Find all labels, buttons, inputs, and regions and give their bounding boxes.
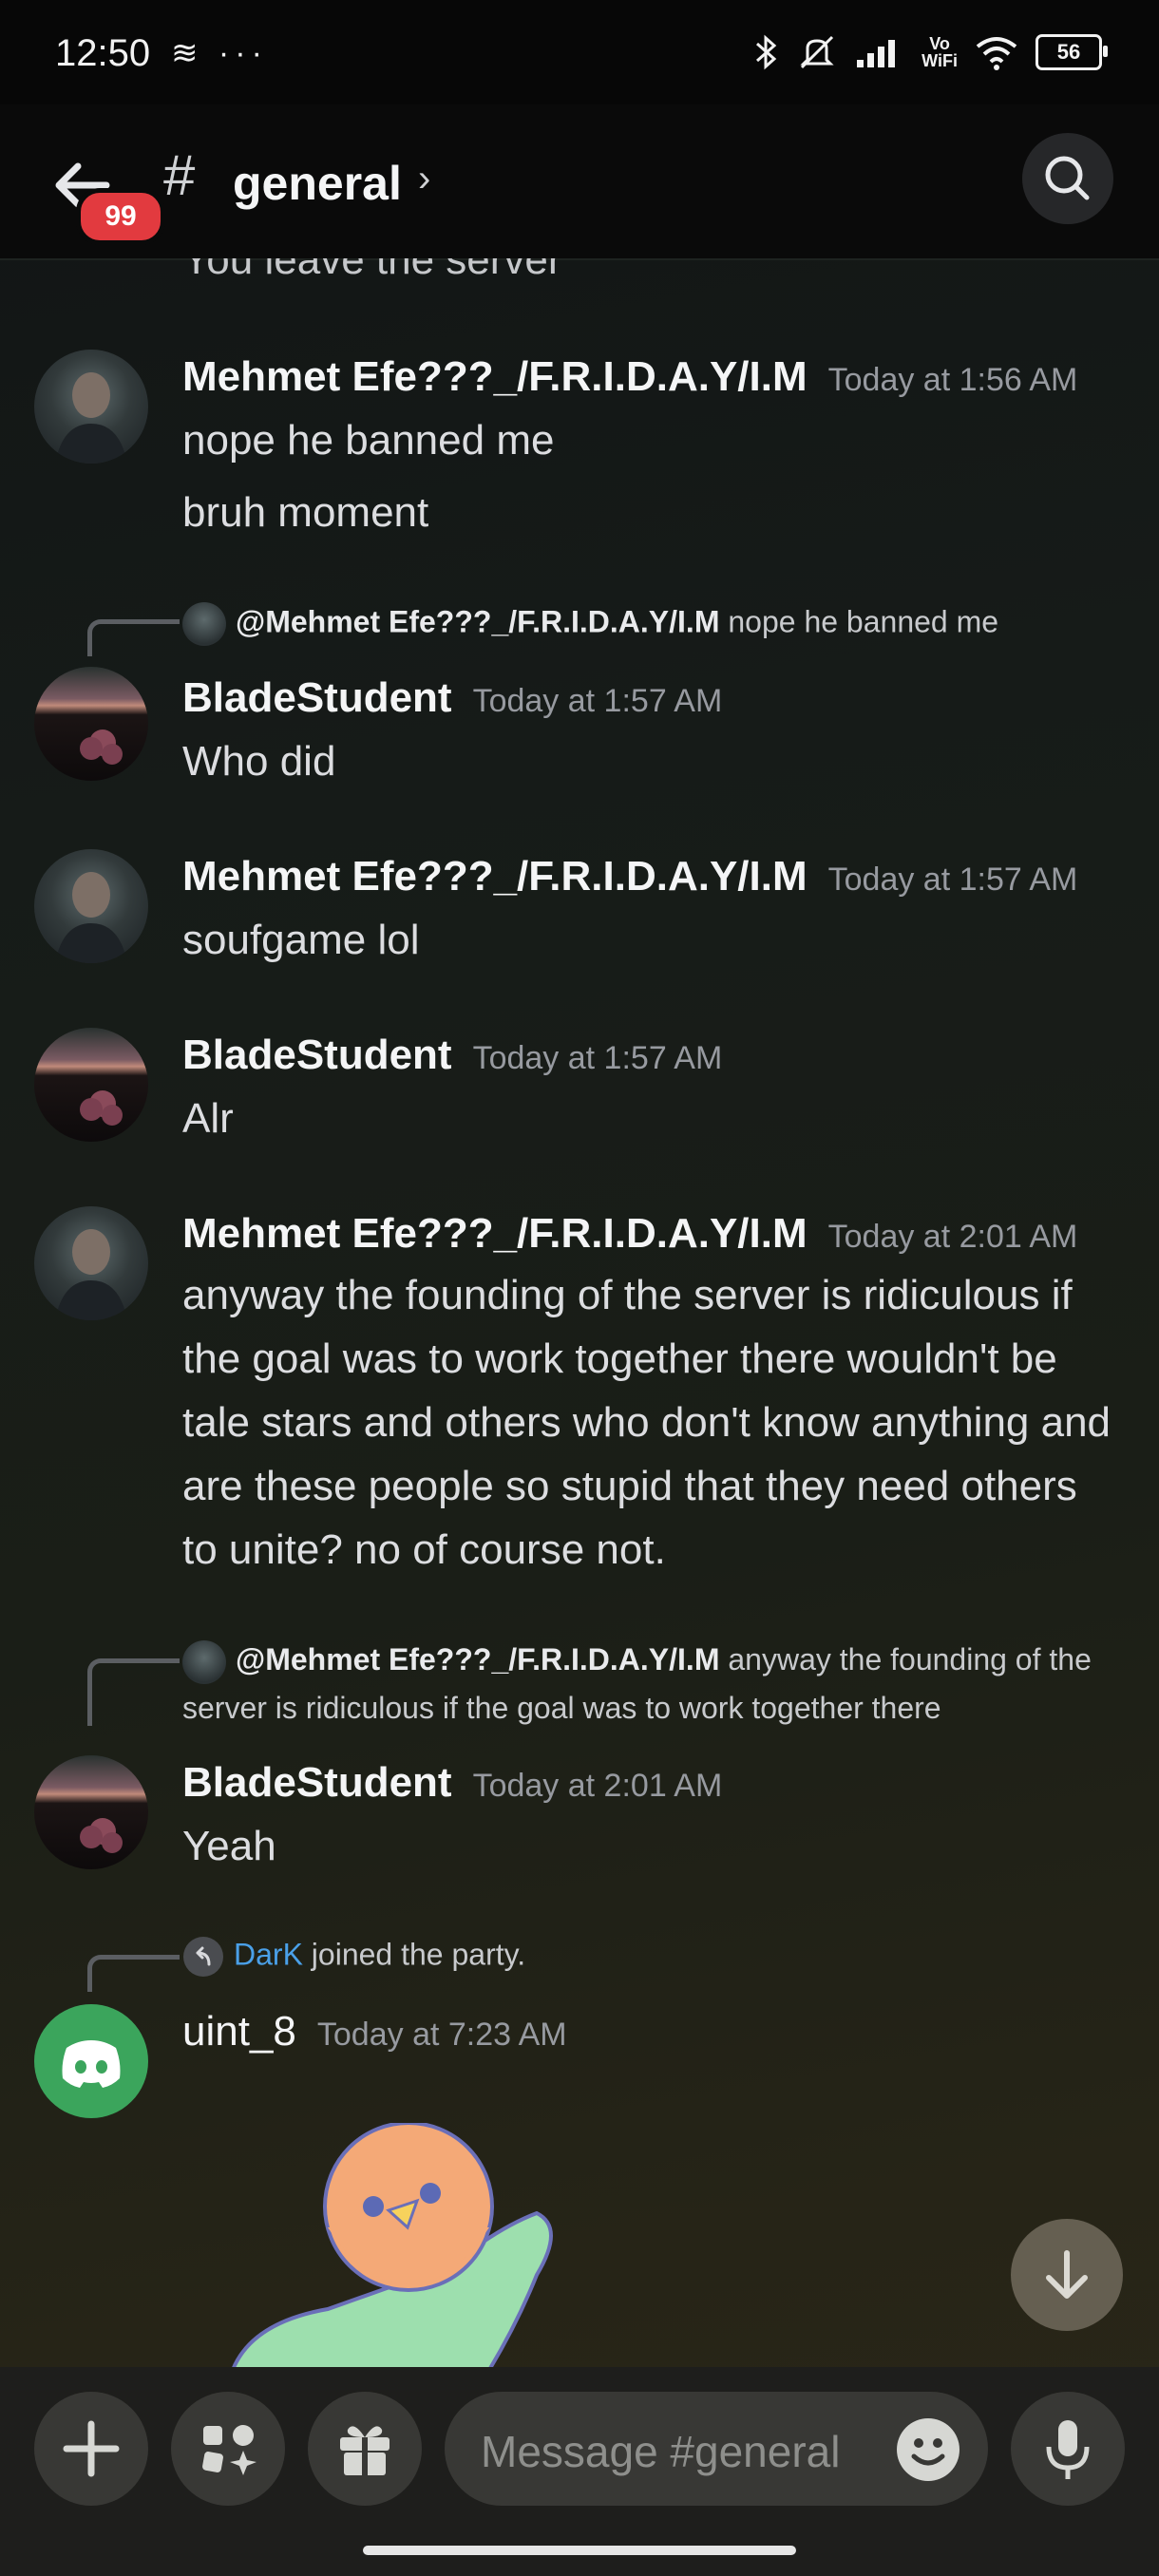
message-input-placeholder: Message #general (481, 2427, 841, 2476)
message-text: Yeah (182, 1823, 276, 1869)
chevron-right-icon[interactable]: › (418, 158, 430, 200)
avatar[interactable] (34, 667, 148, 781)
timestamp: Today at 1:56 AM (827, 362, 1078, 398)
message-text: soufgame lol (182, 917, 420, 963)
avatar-flower-icon (80, 1090, 123, 1126)
avatar[interactable] (34, 2004, 148, 2118)
author-name[interactable]: Mehmet Efe???_/F.R.I.D.A.Y/I.M Today at 1… (182, 853, 1077, 900)
notification-icons: ≋ ··· (171, 35, 268, 71)
emoji-button[interactable] (897, 2418, 960, 2481)
avatar-portrait-icon (55, 1229, 127, 1320)
author-name[interactable]: BladeStudent Today at 1:57 AM (182, 1032, 722, 1079)
timestamp: Today at 1:57 AM (472, 683, 723, 719)
composer-bar: Message #general (0, 2367, 1159, 2576)
message-text: Alr (182, 1095, 234, 1142)
author-name[interactable]: BladeStudent Today at 1:57 AM (182, 674, 722, 722)
reply-preview[interactable]: @Mehmet Efe???_/F.R.I.D.A.Y/I.M nope he … (182, 602, 998, 646)
hash-icon: # (163, 143, 196, 207)
timestamp: Today at 2:01 AM (472, 1768, 723, 1804)
system-user-name[interactable]: DarK (234, 1937, 303, 1971)
message-input[interactable]: Message #general (445, 2392, 988, 2506)
message-text: nope he banned me (182, 417, 555, 464)
search-button[interactable] (1022, 133, 1113, 224)
system-text: joined the party. (311, 1937, 526, 1972)
timestamp: Today at 1:57 AM (827, 862, 1078, 898)
reply-mention: @Mehmet Efe???_/F.R.I.D.A.Y/I.M (236, 604, 720, 639)
channel-title[interactable]: general (233, 156, 402, 211)
timestamp: Today at 1:57 AM (472, 1040, 723, 1076)
author-name[interactable]: Mehmet Efe???_/F.R.I.D.A.Y/I.M Today at 1… (182, 353, 1077, 401)
mini-avatar (182, 602, 226, 646)
message-text: anyway the founding of the server is rid… (182, 1272, 1112, 1573)
avatar-flower-icon (80, 729, 123, 765)
reply-preview[interactable]: @Mehmet Efe???_/F.R.I.D.A.Y/I.M anyway t… (182, 1636, 1113, 1732)
search-icon (1045, 156, 1090, 200)
scroll-to-bottom-button[interactable] (1011, 2219, 1123, 2331)
author-name[interactable]: Mehmet Efe???_/F.R.I.D.A.Y/I.M Today at 2… (182, 1210, 1077, 1258)
timestamp: Today at 2:01 AM (827, 1219, 1078, 1255)
mini-avatar (182, 1639, 226, 1684)
avatar[interactable] (34, 1206, 148, 1320)
mute-vibrate-icon (800, 35, 834, 69)
avatar[interactable] (34, 1755, 148, 1869)
avatar-portrait-icon (55, 872, 127, 963)
bluetooth-icon (756, 34, 777, 70)
home-indicator[interactable] (363, 2546, 796, 2555)
author-name-text[interactable]: uint_8 (182, 2008, 296, 2055)
smiley-icon (911, 2438, 945, 2466)
avatar-flower-icon (80, 1818, 123, 1853)
parrot-sticker[interactable] (214, 2123, 584, 2370)
apps-icon (202, 2425, 256, 2475)
plus-icon (63, 2420, 120, 2477)
arrow-down-icon (1046, 2250, 1088, 2299)
reply-spine (87, 1955, 180, 1992)
timestamp: Today at 7:23 AM (316, 2017, 567, 2053)
reply-arrow-icon (183, 1937, 223, 1977)
author-name-text[interactable]: Mehmet Efe???_/F.R.I.D.A.Y/I.M (182, 1210, 808, 1257)
unread-badge: 99 (76, 188, 165, 245)
reply-snippet: nope he banned me (728, 604, 999, 639)
status-right-icons: Vo WiFi 56 (754, 28, 1108, 76)
gift-button[interactable] (308, 2392, 422, 2506)
channel-header: 99 # general › (0, 104, 1159, 260)
author-name-text[interactable]: Mehmet Efe???_/F.R.I.D.A.Y/I.M (182, 353, 808, 400)
avatar-portrait-icon (55, 372, 127, 464)
avatar[interactable] (34, 350, 148, 464)
cutoff-message-text: You leave the server (182, 258, 562, 283)
status-time: 12:50 (55, 32, 151, 74)
signal-icon (857, 40, 896, 67)
reply-spine (87, 619, 180, 656)
microphone-icon (1046, 2420, 1090, 2479)
reply-spine (87, 1658, 180, 1726)
author-name-text[interactable]: BladeStudent (182, 1759, 452, 1806)
author-name-text[interactable]: BladeStudent (182, 1032, 452, 1078)
status-bar: 12:50 ≋ ··· Vo WiFi 56 (0, 0, 1159, 104)
message-text: Who did (182, 738, 336, 785)
wifi-icon (976, 37, 1017, 70)
discord-logo-icon (62, 2040, 121, 2088)
gift-icon (340, 2426, 390, 2475)
reply-mention: @Mehmet Efe???_/F.R.I.D.A.Y/I.M (236, 1642, 720, 1676)
author-name[interactable]: BladeStudent Today at 2:01 AM (182, 1759, 722, 1807)
battery-icon: 56 (1036, 34, 1108, 70)
vowifi-indicator: Vo WiFi (922, 34, 958, 70)
author-name-text[interactable]: Mehmet Efe???_/F.R.I.D.A.Y/I.M (182, 853, 808, 900)
author-name[interactable]: uint_8 Today at 7:23 AM (182, 2008, 567, 2055)
message-text: bruh moment (182, 489, 429, 536)
system-reply-preview[interactable]: DarK joined the party. (182, 1936, 525, 1978)
avatar[interactable] (34, 849, 148, 963)
apps-button[interactable] (171, 2392, 285, 2506)
avatar[interactable] (34, 1028, 148, 1142)
author-name-text[interactable]: BladeStudent (182, 674, 452, 721)
add-attachment-button[interactable] (34, 2392, 148, 2506)
voice-message-button[interactable] (1011, 2392, 1125, 2506)
